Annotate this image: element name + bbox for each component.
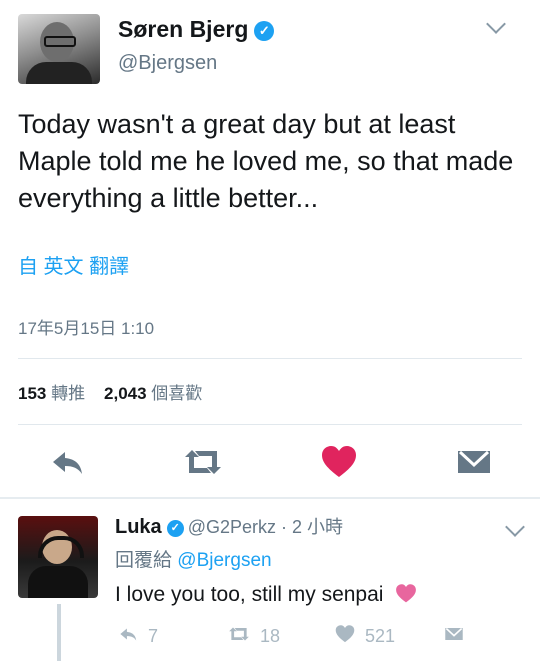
reply-text-content: I love you too, still my senpai — [115, 583, 384, 606]
replying-to-label: 回覆給 — [115, 550, 173, 571]
reply-author-avatar[interactable] — [18, 516, 98, 598]
retweet-label[interactable]: 轉推 — [51, 384, 85, 403]
retweet-icon — [229, 627, 249, 641]
like-button[interactable] — [317, 440, 361, 484]
retweet-icon — [185, 450, 221, 474]
reply-like-button[interactable]: 521 — [333, 622, 395, 648]
direct-message-button[interactable] — [452, 440, 496, 484]
pink-heart-icon — [396, 584, 417, 603]
reply-icon — [53, 452, 82, 474]
reply-button[interactable] — [45, 440, 89, 484]
heart-icon — [335, 625, 355, 643]
replying-to: 回覆給 @Bjergsen — [115, 549, 272, 573]
reply-count: 7 — [148, 626, 159, 646]
like-count[interactable]: 2,043 — [104, 384, 147, 403]
author-handle[interactable]: @Bjergsen — [118, 50, 217, 76]
like-label[interactable]: 個喜歡 — [151, 384, 202, 403]
verified-icon: ✓ — [254, 21, 275, 41]
reply-reply-button[interactable]: 7 — [116, 622, 158, 648]
retweet-button[interactable] — [181, 440, 225, 484]
divider — [18, 424, 522, 425]
reply-header: Luka ✓ @G2Perkz · 2 小時 — [115, 514, 343, 540]
tweet-timestamp[interactable]: 17年5月15日 1:10 — [18, 318, 154, 340]
direct-message-icon — [445, 627, 463, 640]
reply-retweet-button[interactable]: 18 — [226, 622, 280, 648]
reply-like-count: 521 — [365, 626, 396, 646]
divider — [18, 358, 522, 359]
meta-separator: · — [281, 517, 287, 537]
author-name-text: Søren Bjerg — [118, 16, 249, 42]
chevron-down-icon[interactable] — [486, 14, 506, 34]
tweet-text: Today wasn't a great day but at least Ma… — [18, 109, 514, 213]
reply-author-name[interactable]: Luka — [115, 516, 162, 538]
reply-time[interactable]: 2 小時 — [292, 517, 343, 537]
chevron-down-icon[interactable] — [505, 517, 525, 537]
reply-text: I love you too, still my senpai — [115, 581, 419, 609]
replying-to-mention[interactable]: @Bjergsen — [177, 550, 271, 571]
reply-dm-button[interactable] — [441, 622, 475, 648]
section-divider — [0, 497, 540, 499]
reply-author-handle[interactable]: @G2Perkz — [188, 517, 276, 537]
heart-icon — [322, 446, 356, 477]
reply-icon — [120, 628, 137, 641]
author-avatar[interactable] — [18, 14, 100, 84]
reply-action-bar: 7 18 521 — [0, 622, 540, 648]
reply-retweet-count: 18 — [260, 626, 281, 646]
tweet-stats: 153 轉推 2,043 個喜歡 — [18, 383, 202, 405]
retweet-count[interactable]: 153 — [18, 384, 46, 403]
author-name[interactable]: Søren Bjerg ✓ — [118, 14, 275, 44]
tweet-action-bar — [0, 440, 540, 484]
direct-message-icon — [458, 450, 490, 473]
verified-icon: ✓ — [166, 520, 184, 537]
translate-link[interactable]: 自 英文 翻譯 — [18, 253, 129, 281]
